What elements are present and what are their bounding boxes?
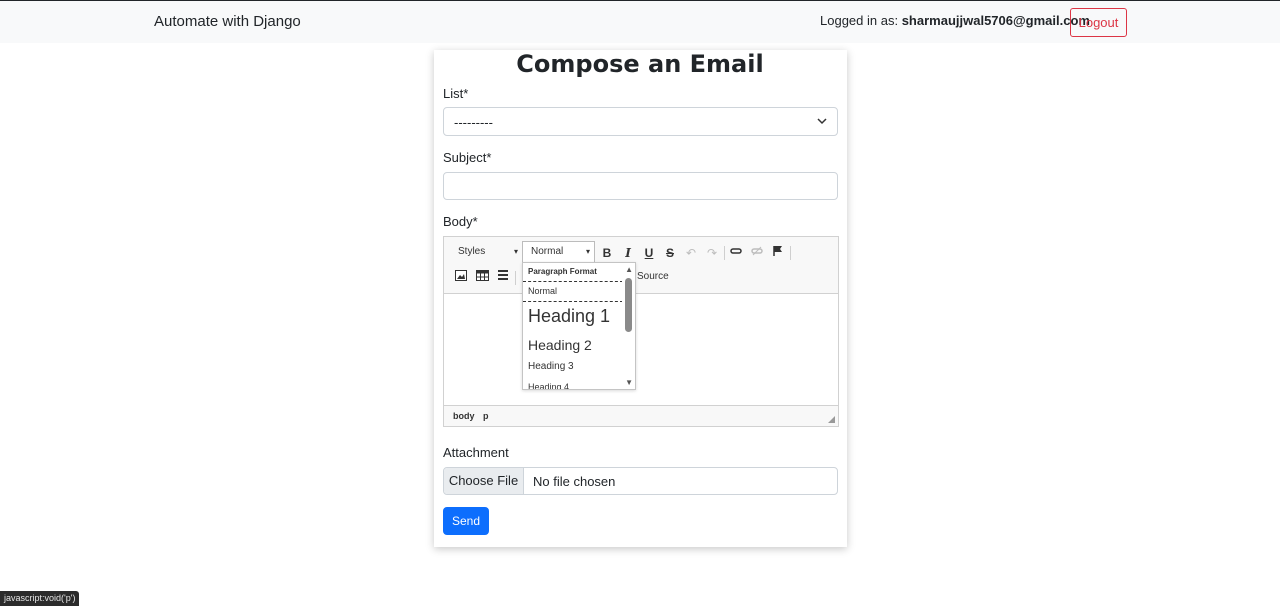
rich-text-editor: Styles ▾ Normal ▾ B I U S ↶ ↷ Source body … [443, 236, 839, 427]
login-info: Logged in as: sharmaujjwal5706@gmail.com [820, 13, 1090, 28]
list-select[interactable]: --------- [443, 107, 838, 136]
choose-file-button[interactable]: Choose File [444, 468, 524, 494]
format-arrow-icon: ▾ [585, 247, 590, 256]
underline-icon[interactable]: U [641, 245, 657, 261]
strikethrough-icon[interactable]: S [662, 245, 678, 261]
toolbar-separator [724, 246, 725, 260]
bold-icon[interactable]: B [599, 245, 615, 261]
toolbar-separator [515, 271, 516, 285]
attachment-label: Attachment [443, 445, 509, 460]
anchor-icon[interactable] [770, 245, 786, 261]
browser-status-bar: javascript:void('p') [0, 591, 80, 606]
login-email: sharmaujjwal5706@gmail.com [901, 13, 1090, 28]
paragraph-format-dropdown: Paragraph Format Normal Heading 1 Headin… [522, 262, 636, 390]
format-option-heading-1[interactable]: Heading 1 [523, 306, 623, 327]
unlink-icon[interactable] [749, 245, 765, 261]
scroll-down-icon[interactable]: ▼ [625, 378, 633, 387]
dropdown-header: Paragraph Format [528, 267, 597, 276]
body-label: Body* [443, 214, 478, 229]
toolbar-separator [790, 246, 791, 260]
list-label: List* [443, 86, 469, 101]
format-combo[interactable]: Normal ▾ [522, 241, 595, 263]
horizontal-rule-icon[interactable] [495, 269, 511, 285]
styles-combo[interactable]: Styles ▾ [453, 244, 521, 260]
file-status: No file chosen [533, 474, 616, 489]
attachment-file-input[interactable]: Choose File No file chosen [443, 467, 838, 495]
italic-icon[interactable]: I [620, 245, 636, 261]
styles-arrow-icon: ▾ [513, 247, 518, 256]
subject-input[interactable] [443, 172, 838, 200]
table-icon[interactable] [474, 269, 490, 285]
scroll-up-icon[interactable]: ▲ [625, 265, 633, 274]
dropdown-scrollbar[interactable]: ▲ ▼ [622, 263, 635, 389]
styles-combo-label: Styles [458, 246, 486, 257]
chevron-down-icon [817, 118, 827, 125]
format-combo-label: Normal [531, 246, 564, 257]
login-prefix: Logged in as: [820, 13, 899, 28]
element-path: body p [453, 411, 495, 421]
subject-label: Subject* [443, 150, 492, 165]
list-select-value: --------- [454, 115, 493, 130]
format-option-heading-4[interactable]: Heading 4 [523, 382, 623, 389]
path-body[interactable]: body [453, 411, 475, 421]
resize-grip-icon[interactable] [828, 416, 835, 423]
format-option-normal[interactable]: Normal [523, 281, 623, 302]
page-title: Compose an Email [516, 50, 764, 78]
path-p[interactable]: p [483, 411, 489, 421]
logout-button[interactable]: Logout [1070, 8, 1127, 37]
undo-icon[interactable]: ↶ [683, 245, 699, 261]
navbar: Automate with Django Logged in as: sharm… [0, 0, 1280, 43]
scroll-thumb[interactable] [625, 278, 632, 332]
link-icon[interactable] [728, 245, 744, 261]
image-icon[interactable] [453, 269, 469, 285]
source-button[interactable]: Source [637, 271, 669, 282]
redo-icon[interactable]: ↷ [704, 245, 720, 261]
send-button[interactable]: Send [443, 507, 489, 535]
format-option-heading-3[interactable]: Heading 3 [523, 361, 623, 372]
format-option-heading-2[interactable]: Heading 2 [523, 337, 623, 353]
brand-link[interactable]: Automate with Django [154, 13, 301, 30]
editor-content-area[interactable] [444, 293, 838, 406]
